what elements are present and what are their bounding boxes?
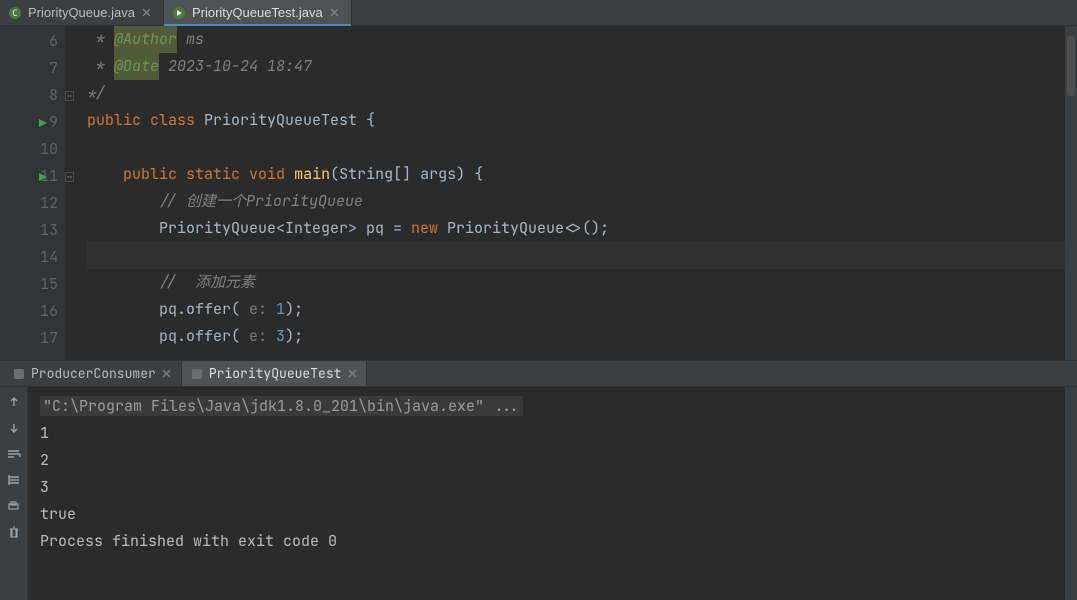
editor-area[interactable]: 6 7 8 9 10 11 12 13 14 15 16 17 * @Autho… [0,26,1077,360]
run-tool-window: ProducerConsumer PriorityQueueTest "C:\P… [0,360,1077,600]
scroll-up-icon[interactable] [3,391,25,413]
close-icon[interactable] [141,7,153,19]
scroll-end-icon[interactable] [3,469,25,491]
run-tab-bar: ProducerConsumer PriorityQueueTest [0,361,1077,387]
code-area[interactable]: * @Author ms * @Date 2023-10-24 18:47 */… [65,26,1077,360]
console-line: 3 [40,474,1055,501]
command-line: "C:\Program Files\Java\jdk1.8.0_201\bin\… [40,396,523,416]
run-icon[interactable] [38,172,48,182]
app-icon [12,367,26,381]
console-scrollbar[interactable] [1065,387,1077,600]
scroll-down-icon[interactable] [3,417,25,439]
editor-gutter: 6 7 8 9 10 11 12 13 14 15 16 17 [0,26,65,360]
svg-text:C: C [12,9,17,19]
print-icon[interactable] [3,495,25,517]
run-tab-label: ProducerConsumer [31,365,156,382]
tab-label: PriorityQueue.java [28,5,135,20]
close-icon[interactable] [346,368,358,380]
run-tab-producerconsumer[interactable]: ProducerConsumer [4,361,182,386]
class-run-icon [172,6,186,20]
trash-icon[interactable] [3,521,25,543]
run-tab-priorityqueuetest[interactable]: PriorityQueueTest [182,361,368,386]
tab-priorityqueuetest[interactable]: PriorityQueueTest.java [164,0,352,25]
run-icon[interactable] [38,118,48,128]
run-toolbar [0,387,28,600]
console-line: 2 [40,447,1055,474]
console-line: Process finished with exit code 0 [40,528,1055,555]
console-line: true [40,501,1055,528]
console-output[interactable]: "C:\Program Files\Java\jdk1.8.0_201\bin\… [28,387,1065,600]
close-icon[interactable] [161,368,173,380]
close-icon[interactable] [329,7,341,19]
tab-priorityqueue[interactable]: C PriorityQueue.java [0,0,164,25]
console-line: 1 [40,420,1055,447]
run-tab-label: PriorityQueueTest [209,365,342,382]
scrollbar-thumb[interactable] [1067,36,1075,96]
tab-label: PriorityQueueTest.java [192,5,323,20]
editor-tab-bar: C PriorityQueue.java PriorityQueueTest.j… [0,0,1077,26]
app-icon [190,367,204,381]
class-icon: C [8,6,22,20]
soft-wrap-icon[interactable] [3,443,25,465]
editor-scrollbar[interactable] [1065,26,1077,360]
